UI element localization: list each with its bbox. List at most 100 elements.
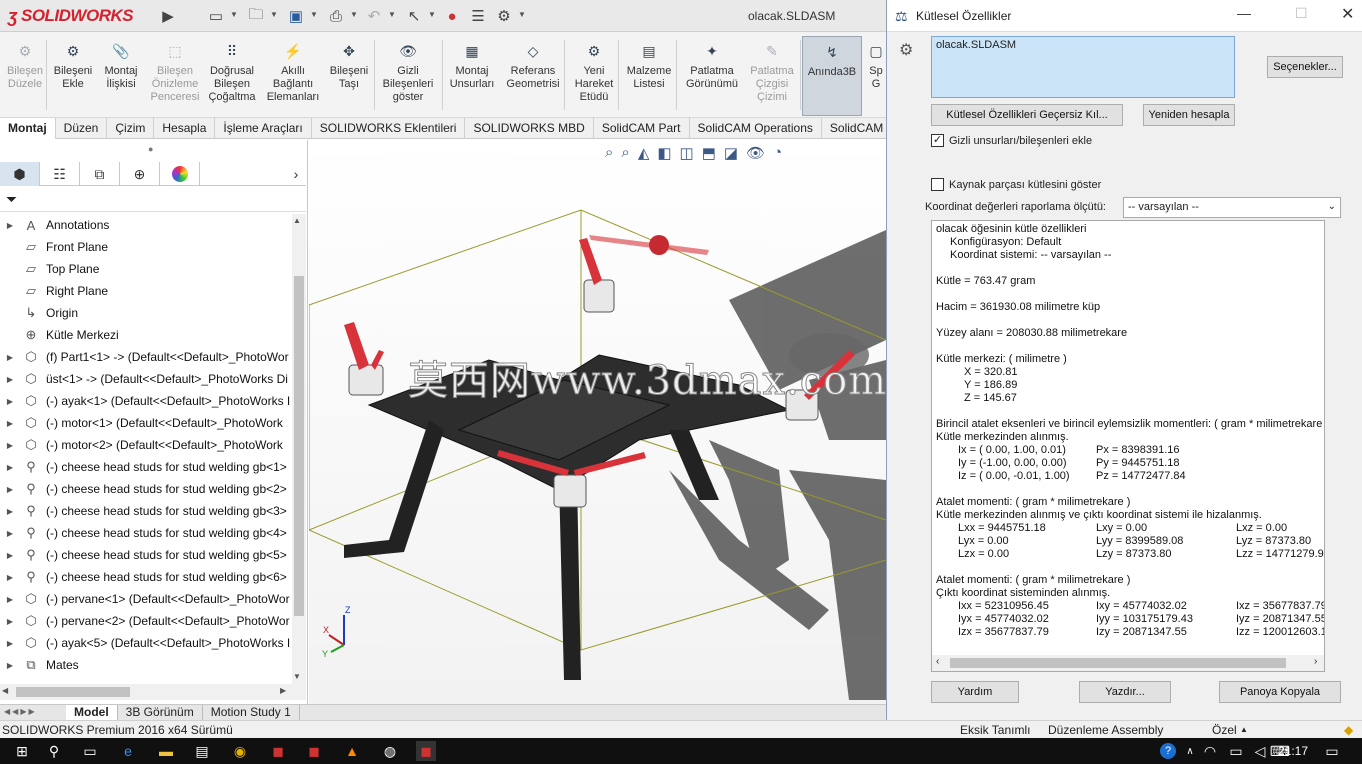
tab-çizim[interactable]: Çizim (107, 118, 155, 139)
tab-solidcam-part[interactable]: SolidCAM Part (594, 118, 690, 139)
tree-item[interactable]: ▶ ⬡ üst<1> -> (Default<<Default>_PhotoWork… (0, 368, 292, 390)
smart-fasteners-button[interactable]: ⚡ Akıllı Bağlantı Elemanları (262, 36, 324, 116)
bottom-tab[interactable]: Model (66, 705, 118, 721)
insert-components-button[interactable]: ⚙ Bileşeni Ekle (50, 36, 96, 116)
tree-item[interactable]: ▶ ⬡ (-) pervane<2> (Default<<Default>_Phot… (0, 610, 292, 632)
file-properties-icon[interactable]: ☰ (468, 6, 488, 26)
expand-arrow-icon[interactable]: ▶ (0, 507, 20, 516)
search-icon[interactable]: ⚲ (44, 741, 64, 761)
vlc-icon[interactable]: ▲ (342, 741, 362, 761)
last-tab-icon[interactable]: ▶ (28, 707, 34, 718)
bill-of-materials-button[interactable]: ▤ Malzeme Listesi (622, 36, 676, 116)
tree-vertical-scrollbar[interactable]: ▲ ▼ (292, 214, 306, 684)
chevron-down-icon[interactable]: ▼ (230, 10, 238, 19)
tree-item[interactable]: ▶ ⚲ (-) cheese head studs for stud welding… (0, 522, 292, 544)
tab-düzen[interactable]: Düzen (56, 118, 108, 139)
options-button[interactable]: Seçenekler... (1267, 56, 1343, 78)
maximize-icon[interactable]: ☐ (1295, 5, 1308, 22)
reference-geometry-button[interactable]: ◇ Referans Geometrisi (502, 36, 564, 116)
expand-arrow-icon[interactable]: ▶ (0, 463, 20, 472)
tree-item[interactable]: ▶ ⬡ (-) pervane<1> (Default<<Default>_Phot… (0, 588, 292, 610)
tree-item[interactable]: ▶ A Annotations (0, 214, 292, 236)
rebuild-traffic-light-icon[interactable]: ● (442, 6, 462, 26)
component-preview-window-button[interactable]: ⬚ Bileşen Önizleme Penceresi (146, 36, 204, 116)
solidworks-2016-icon[interactable]: ◼ (304, 741, 324, 761)
pane-grip-icon[interactable]: ● (148, 144, 153, 154)
app-icon[interactable]: ◍ (380, 741, 400, 761)
section-view-icon[interactable]: ◧ (657, 144, 671, 162)
display-style-icon[interactable]: ◪ (724, 144, 738, 162)
show-source-mass-checkbox[interactable] (931, 178, 944, 191)
property-manager-tab-icon[interactable]: ☷ (40, 162, 80, 186)
previous-view-icon[interactable]: ◭ (638, 144, 650, 162)
hide-show-items-icon[interactable]: 👁 (746, 144, 765, 162)
save-icon[interactable]: ▣ (286, 6, 306, 26)
close-icon[interactable]: ✕ (1341, 4, 1354, 24)
bottom-tab[interactable]: Motion Study 1 (203, 705, 300, 721)
expand-arrow-icon[interactable]: ▶ (0, 353, 20, 362)
options-gear-icon[interactable]: ⚙ (494, 6, 514, 26)
notifications-icon[interactable]: ▭ (1322, 741, 1342, 761)
expand-arrow-icon[interactable]: ▶ (0, 639, 20, 648)
move-component-button[interactable]: ✥ Bileşeni Taşı (324, 36, 374, 116)
first-tab-icon[interactable]: ◀ (4, 707, 10, 718)
expand-arrow-icon[interactable]: ▶ (0, 375, 20, 384)
tree-item[interactable]: ▶ ⚲ (-) cheese head studs for stud welding… (0, 456, 292, 478)
tree-item[interactable]: ▶ ⬡ (-) motor<2> (Default<<Default>_PhotoW… (0, 434, 292, 456)
scroll-left-icon[interactable]: ◀ (2, 686, 8, 695)
scroll-left-icon[interactable]: ‹ (936, 656, 939, 667)
explode-line-sketch-button[interactable]: ✎ Patlatma Çizgisi Çizimi (744, 36, 800, 116)
tree-item[interactable]: ⊕ Kütle Merkezi (0, 324, 292, 346)
graphics-area[interactable]: Z X Y ⌕ ⌕ ◭ ◧ ◫ ⬒ ◪ 👁 ◔ (309, 140, 886, 704)
app-icon[interactable]: ◼ (268, 741, 288, 761)
tab-solidworks-eklentileri[interactable]: SOLIDWORKS Eklentileri (312, 118, 466, 139)
chevron-up-icon[interactable]: ▲ (1240, 721, 1248, 739)
tree-item[interactable]: ▶ ⬡ (f) Part1<1> -> (Default<<Default>_Pho… (0, 346, 292, 368)
store-icon[interactable]: ▤ (192, 741, 212, 761)
dynamic-annotation-icon[interactable]: ◫ (680, 144, 694, 162)
tree-item[interactable]: ▶ ⚲ (-) cheese head studs for stud welding… (0, 566, 292, 588)
feature-manager-tab-icon[interactable]: ⬢ (0, 162, 40, 186)
results-horizontal-scrollbar[interactable]: ‹ › (932, 655, 1324, 671)
tree-item[interactable]: ▶ ⚲ (-) cheese head studs for stud welding… (0, 478, 292, 500)
prev-tab-icon[interactable]: ◀ (12, 707, 18, 718)
filter-icon[interactable]: ⏷ (6, 191, 17, 208)
dimxpert-manager-tab-icon[interactable]: ⊕ (120, 162, 160, 186)
mass-properties-results[interactable]: olacak öğesinin kütle özellikleri Konfigü… (931, 220, 1325, 672)
tree-item[interactable]: ↳ Origin (0, 302, 292, 324)
help-icon[interactable]: ? (1160, 743, 1176, 759)
tree-horizontal-scrollbar[interactable]: ◀ ▶ (0, 684, 306, 700)
display-manager-tab-icon[interactable] (160, 162, 200, 186)
instant3d-button[interactable]: ↯ Anında3B (802, 36, 862, 116)
expand-arrow-icon[interactable]: ▶ (0, 617, 20, 626)
help-button[interactable]: Yardım (931, 681, 1019, 703)
tab-i-şleme-araçları[interactable]: İşleme Araçları (215, 118, 312, 139)
speedpak-button[interactable]: ▢ Sp G (866, 36, 886, 116)
chevron-down-icon[interactable]: ▼ (310, 10, 318, 19)
exploded-view-button[interactable]: ✦ Patlatma Görünümü (680, 36, 744, 116)
expand-arrow-icon[interactable]: ▶ (0, 221, 20, 230)
tree-item[interactable]: ▶ ⬡ (-) ayak<1> (Default<<Default>_PhotoWo… (0, 390, 292, 412)
undo-icon[interactable]: ↶ (364, 6, 384, 26)
solidworks-logo[interactable]: ʒ SOLIDWORKS (8, 4, 134, 28)
chevron-up-icon[interactable]: ∧ (1180, 741, 1200, 761)
edge-browser-icon[interactable]: e (118, 741, 138, 761)
scroll-up-icon[interactable]: ▲ (293, 216, 301, 225)
battery-icon[interactable]: ▭ (1226, 741, 1246, 761)
tab-montaj[interactable]: Montaj (0, 118, 56, 139)
scroll-thumb[interactable] (16, 687, 130, 697)
expand-arrow-icon[interactable]: ▶ (0, 595, 20, 604)
expand-menu-arrow-icon[interactable]: ▶ (158, 6, 178, 26)
tree-item[interactable]: ▱ Top Plane (0, 258, 292, 280)
chevron-down-icon[interactable]: ▼ (428, 10, 436, 19)
next-tab-icon[interactable]: ▶ (20, 707, 26, 718)
tree-item[interactable]: ▶ ⧉ Mates (0, 654, 292, 676)
file-explorer-icon[interactable]: ▬ (156, 741, 176, 761)
selected-item[interactable]: olacak.SLDASM (936, 39, 1016, 51)
copy-to-clipboard-button[interactable]: Panoya Kopyala (1219, 681, 1341, 703)
mate-button[interactable]: 📎 Montaj İlişkisi (98, 36, 144, 116)
tree-item[interactable]: ▶ ⬡ (-) ayak<5> (Default<<Default>_PhotoWo… (0, 632, 292, 654)
new-document-icon[interactable]: ▭ (206, 6, 226, 26)
chevron-down-icon[interactable]: ▼ (350, 10, 358, 19)
status-units[interactable]: Özel (1212, 721, 1237, 739)
